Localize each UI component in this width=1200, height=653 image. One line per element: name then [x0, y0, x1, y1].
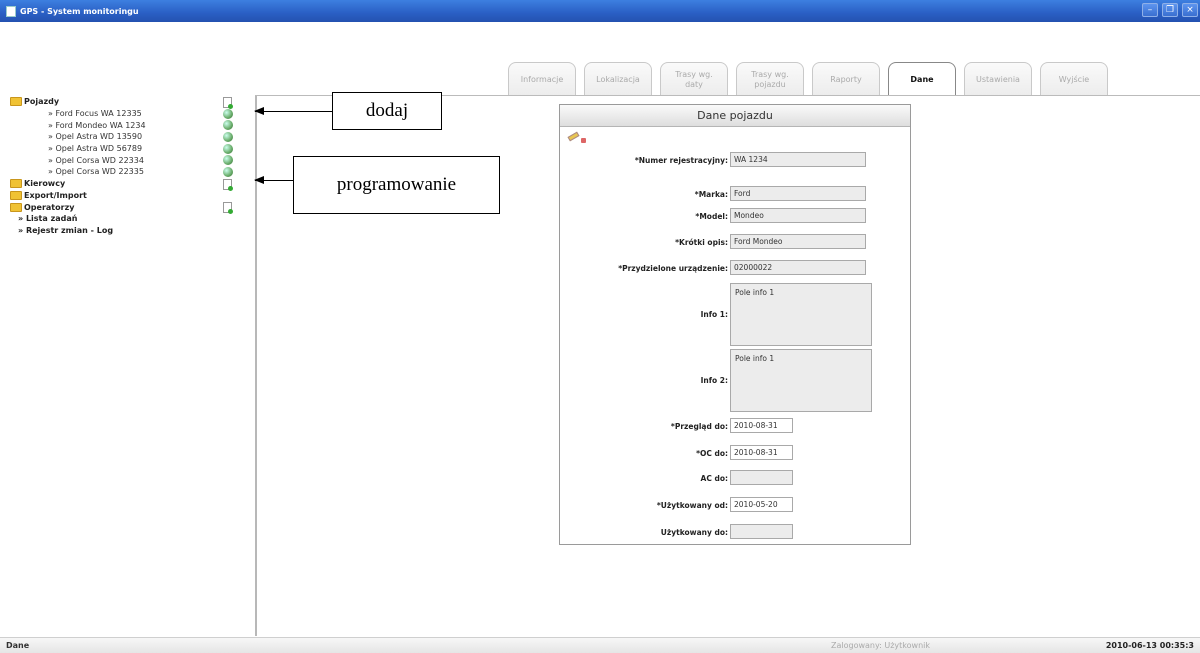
- tab-trasy-pojazdu[interactable]: Trasy wg. pojazdu: [736, 62, 804, 96]
- registration-field[interactable]: WA 1234: [730, 152, 866, 167]
- info1-textarea[interactable]: Pole info 1: [730, 283, 872, 346]
- close-icon[interactable]: ×: [1182, 3, 1198, 17]
- info2-textarea[interactable]: Pole info 1: [730, 349, 872, 412]
- oc-date-field[interactable]: 2010-08-31: [730, 445, 793, 460]
- tree-item-tasks[interactable]: » Lista zadań: [8, 213, 255, 225]
- tree-item-log[interactable]: » Rejestr zmian - Log: [8, 225, 255, 237]
- folder-open-icon: [10, 97, 22, 107]
- status-bar: Dane Zalogowany: Użytkownik 2010-06-13 0…: [0, 637, 1200, 653]
- add-annotation: dodaj: [332, 92, 442, 130]
- used-to-label: Użytkowany do:: [660, 528, 728, 537]
- tree-item-label: » Lista zadań: [18, 214, 78, 224]
- programming-annotation-arrow: [254, 176, 295, 184]
- info1-label: Info 1:: [700, 310, 728, 319]
- tree-folder-label: Pojazdy: [24, 97, 60, 107]
- tree-folder-pojazdy[interactable]: Pojazdy: [8, 96, 255, 109]
- logged-user: Zalogowany: Użytkownik: [830, 641, 930, 650]
- inspection-date-field[interactable]: 2010-08-31: [730, 418, 793, 433]
- app-icon: [6, 5, 16, 17]
- window-titlebar: GPS - System monitoringu – ❐ ×: [0, 0, 1200, 22]
- tab-lokalizacja[interactable]: Lokalizacja: [584, 62, 652, 96]
- programming-annotation: programowanie: [293, 156, 500, 214]
- sidebar-tree: Pojazdy » Ford Focus WA 12335 » Ford Mon…: [8, 96, 257, 636]
- tab-dane[interactable]: Dane: [888, 62, 956, 96]
- make-field[interactable]: Ford: [730, 186, 866, 201]
- window-controls: – ❐ ×: [1142, 3, 1198, 17]
- add-annotation-arrow: [254, 107, 333, 115]
- tree-folder-label: Export/Import: [24, 190, 87, 200]
- panel-title: Dane pojazdu: [560, 105, 910, 127]
- short-desc-field[interactable]: Ford Mondeo: [730, 234, 866, 249]
- device-label: *Przydzielone urządzenie:: [618, 264, 728, 273]
- tree-folder-label: Operatorzy: [24, 202, 75, 212]
- tree-item-label: » Ford Mondeo WA 1234: [48, 120, 146, 130]
- tree-folder-kierowcy[interactable]: Kierowcy: [8, 178, 255, 191]
- window-title: GPS - System monitoringu: [20, 6, 139, 16]
- ac-date-field[interactable]: [730, 470, 793, 485]
- tree-item-label: » Rejestr zmian - Log: [18, 225, 114, 235]
- main-tabs: Informacje Lokalizacja Trasy wg. daty Tr…: [508, 58, 1116, 96]
- vehicle-data-panel: Dane pojazdu *Numer rejestracyjny: WA 12…: [559, 104, 911, 545]
- model-field[interactable]: Mondeo: [730, 208, 866, 223]
- used-from-label: *Użytkowany od:: [656, 501, 728, 510]
- program-device-icon[interactable]: [223, 143, 233, 154]
- tab-trasy-daty[interactable]: Trasy wg. daty: [660, 62, 728, 96]
- make-label: *Marka:: [694, 190, 728, 199]
- info2-label: Info 2:: [700, 376, 728, 385]
- program-device-icon[interactable]: [223, 120, 233, 131]
- tree-item-label: » Opel Astra WD 56789: [48, 144, 143, 154]
- tree-item-vehicle[interactable]: » Ford Mondeo WA 1234: [8, 119, 255, 131]
- tree-item-label: » Ford Focus WA 12335: [48, 109, 142, 119]
- maximize-icon[interactable]: ❐: [1162, 3, 1178, 17]
- tree-folder-export-import[interactable]: Export/Import: [8, 190, 255, 202]
- status-datetime: 2010-06-13 00:35:3: [1105, 641, 1194, 650]
- tree-item-vehicle[interactable]: » Opel Corsa WD 22334: [8, 154, 255, 166]
- program-device-icon[interactable]: [223, 155, 233, 166]
- tab-informacje[interactable]: Informacje: [508, 62, 576, 96]
- program-device-icon[interactable]: [223, 132, 233, 143]
- minimize-icon[interactable]: –: [1142, 3, 1158, 17]
- edit-toolbar: [567, 131, 588, 145]
- tab-ustawienia[interactable]: Ustawienia: [964, 62, 1032, 96]
- tree-folder-operatorzy[interactable]: Operatorzy: [8, 201, 255, 215]
- tree-item-label: » Opel Corsa WD 22335: [48, 167, 144, 177]
- registration-label: *Numer rejestracyjny:: [634, 156, 728, 165]
- tab-raporty[interactable]: Raporty: [812, 62, 880, 96]
- folder-icon: [10, 202, 22, 212]
- tree-item-vehicle[interactable]: » Ford Focus WA 12335: [8, 108, 255, 120]
- add-vehicle-icon[interactable]: [223, 97, 233, 109]
- used-from-date-field[interactable]: 2010-05-20: [730, 497, 793, 512]
- tree-item-vehicle[interactable]: » Opel Corsa WD 22335: [8, 166, 255, 178]
- tab-wyjscie[interactable]: Wyjście: [1040, 62, 1108, 96]
- folder-icon: [10, 179, 22, 189]
- tree-item-vehicle[interactable]: » Opel Astra WD 13590: [8, 131, 255, 143]
- program-device-icon[interactable]: [223, 167, 233, 178]
- tree-item-vehicle[interactable]: » Opel Astra WD 56789: [8, 143, 255, 155]
- tree-item-label: » Opel Corsa WD 22334: [48, 155, 144, 165]
- folder-icon: [10, 190, 22, 200]
- status-text: Dane: [6, 641, 30, 650]
- ac-label: AC do:: [700, 474, 728, 483]
- edit-icon[interactable]: [567, 131, 580, 142]
- tree-item-label: » Opel Astra WD 13590: [48, 132, 143, 142]
- model-label: *Model:: [695, 212, 728, 221]
- short-desc-label: *Krótki opis:: [675, 238, 728, 247]
- oc-label: *OC do:: [696, 449, 728, 458]
- add-driver-icon[interactable]: [223, 178, 233, 191]
- tree-folder-label: Kierowcy: [24, 179, 66, 189]
- program-device-icon[interactable]: [223, 108, 233, 119]
- delete-icon[interactable]: [581, 138, 586, 143]
- device-field[interactable]: 02000022: [730, 260, 866, 275]
- add-operator-icon[interactable]: [223, 202, 233, 215]
- used-to-date-field[interactable]: [730, 524, 793, 539]
- inspection-label: *Przegląd do:: [670, 422, 728, 431]
